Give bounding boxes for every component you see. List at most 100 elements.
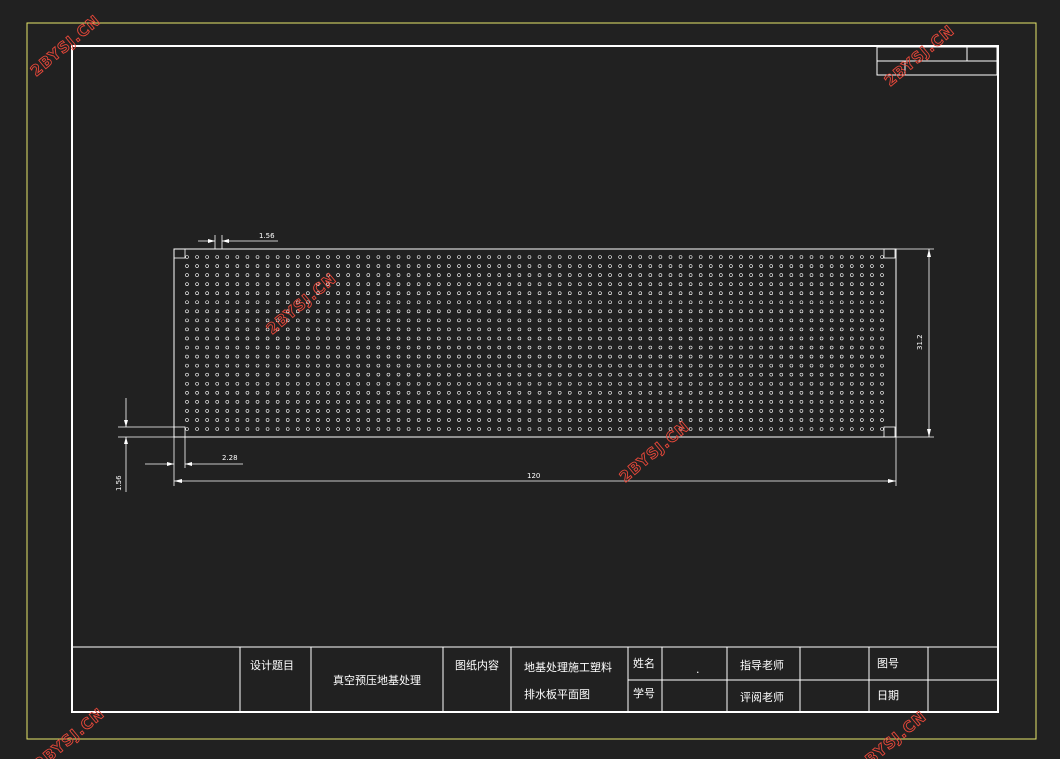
drain-hole [618, 372, 622, 377]
drain-hole [386, 381, 391, 386]
drain-hole [578, 372, 582, 377]
drain-hole [437, 255, 441, 259]
drain-hole [729, 291, 733, 296]
drain-hole [578, 418, 582, 422]
drain-hole [769, 381, 774, 386]
drain-hole [487, 418, 491, 422]
drain-hole [205, 418, 209, 422]
drain-hole [406, 400, 411, 404]
drain-hole [386, 354, 391, 359]
drain-hole [849, 409, 854, 413]
drain-hole [457, 409, 461, 413]
drain-hole [628, 427, 632, 431]
drain-hole [860, 390, 864, 395]
drain-hole [799, 282, 804, 286]
drain-hole [295, 345, 300, 350]
drain-hole [457, 381, 461, 386]
drain-hole [225, 327, 230, 332]
drain-hole [688, 318, 693, 323]
drain-hole [608, 354, 612, 359]
drain-hole [829, 354, 834, 359]
drain-hole [567, 427, 572, 431]
drain-hole [487, 318, 491, 323]
dim-height-label: 31.2 [916, 334, 924, 350]
drain-hole [557, 264, 562, 268]
drain-hole [799, 409, 804, 413]
drain-hole [729, 264, 733, 268]
drain-hole [265, 282, 270, 286]
drain-hole [185, 400, 189, 404]
drain-hole [477, 309, 481, 314]
drain-hole [628, 327, 632, 332]
drain-hole [588, 427, 592, 431]
drain-hole [507, 354, 512, 359]
drain-hole [336, 345, 340, 350]
drain-hole [769, 255, 774, 259]
drain-hole [416, 282, 421, 286]
drain-hole [870, 363, 874, 368]
drain-hole [356, 327, 361, 332]
drain-hole [658, 400, 663, 404]
drain-hole [567, 381, 572, 386]
drain-hole [477, 381, 481, 386]
drain-hole [406, 354, 411, 359]
drain-hole [638, 300, 643, 305]
drain-hole [839, 418, 844, 422]
drain-hole [618, 255, 622, 259]
drain-hole [215, 390, 220, 395]
drain-hole [557, 354, 562, 359]
drain-hole [719, 345, 723, 350]
drain-hole [588, 300, 592, 305]
drain-hole [769, 427, 774, 431]
drain-hole [406, 372, 411, 377]
drain-hole [285, 282, 290, 286]
drain-hole [729, 255, 733, 259]
drain-hole [527, 282, 532, 286]
drain-hole [779, 273, 784, 277]
drain-hole [588, 418, 592, 422]
drain-hole [376, 336, 381, 341]
drain-hole [255, 381, 260, 386]
drain-hole [235, 273, 240, 277]
drain-hole [860, 409, 864, 413]
drain-hole [819, 400, 824, 404]
drain-hole [668, 372, 673, 377]
drain-hole [386, 345, 391, 350]
drain-hole [527, 381, 532, 386]
drain-hole [265, 336, 270, 341]
drain-hole [517, 363, 522, 368]
drain-hole [658, 381, 663, 386]
drain-hole [759, 400, 763, 404]
drain-hole [739, 291, 743, 296]
drain-hole [215, 427, 220, 431]
drain-hole [306, 318, 310, 323]
drain-hole [356, 390, 361, 395]
drain-hole [497, 372, 502, 377]
drain-hole [779, 363, 784, 368]
drain-hole [598, 264, 602, 268]
drain-hole [759, 318, 763, 323]
drain-hole [336, 255, 340, 259]
drain-hole [849, 273, 854, 277]
drain-hole [396, 300, 401, 305]
drain-hole [618, 273, 622, 277]
advisor-label: 指导老师 [740, 658, 784, 672]
drain-hole [749, 327, 753, 332]
drain-hole [769, 327, 774, 332]
drain-hole [235, 390, 240, 395]
drain-hole [326, 381, 330, 386]
drain-hole [245, 318, 250, 323]
drain-hole [547, 255, 552, 259]
drain-hole [346, 345, 350, 350]
drain-hole [799, 300, 804, 305]
drain-hole [316, 400, 320, 404]
drain-hole [578, 282, 582, 286]
drain-hole [789, 273, 794, 277]
name-value: . [696, 663, 700, 676]
drain-hole [477, 418, 481, 422]
drain-hole [870, 336, 874, 341]
drain-hole [557, 273, 562, 277]
drain-hole [688, 372, 693, 377]
drain-hole [719, 372, 723, 377]
drain-hole [366, 255, 371, 259]
